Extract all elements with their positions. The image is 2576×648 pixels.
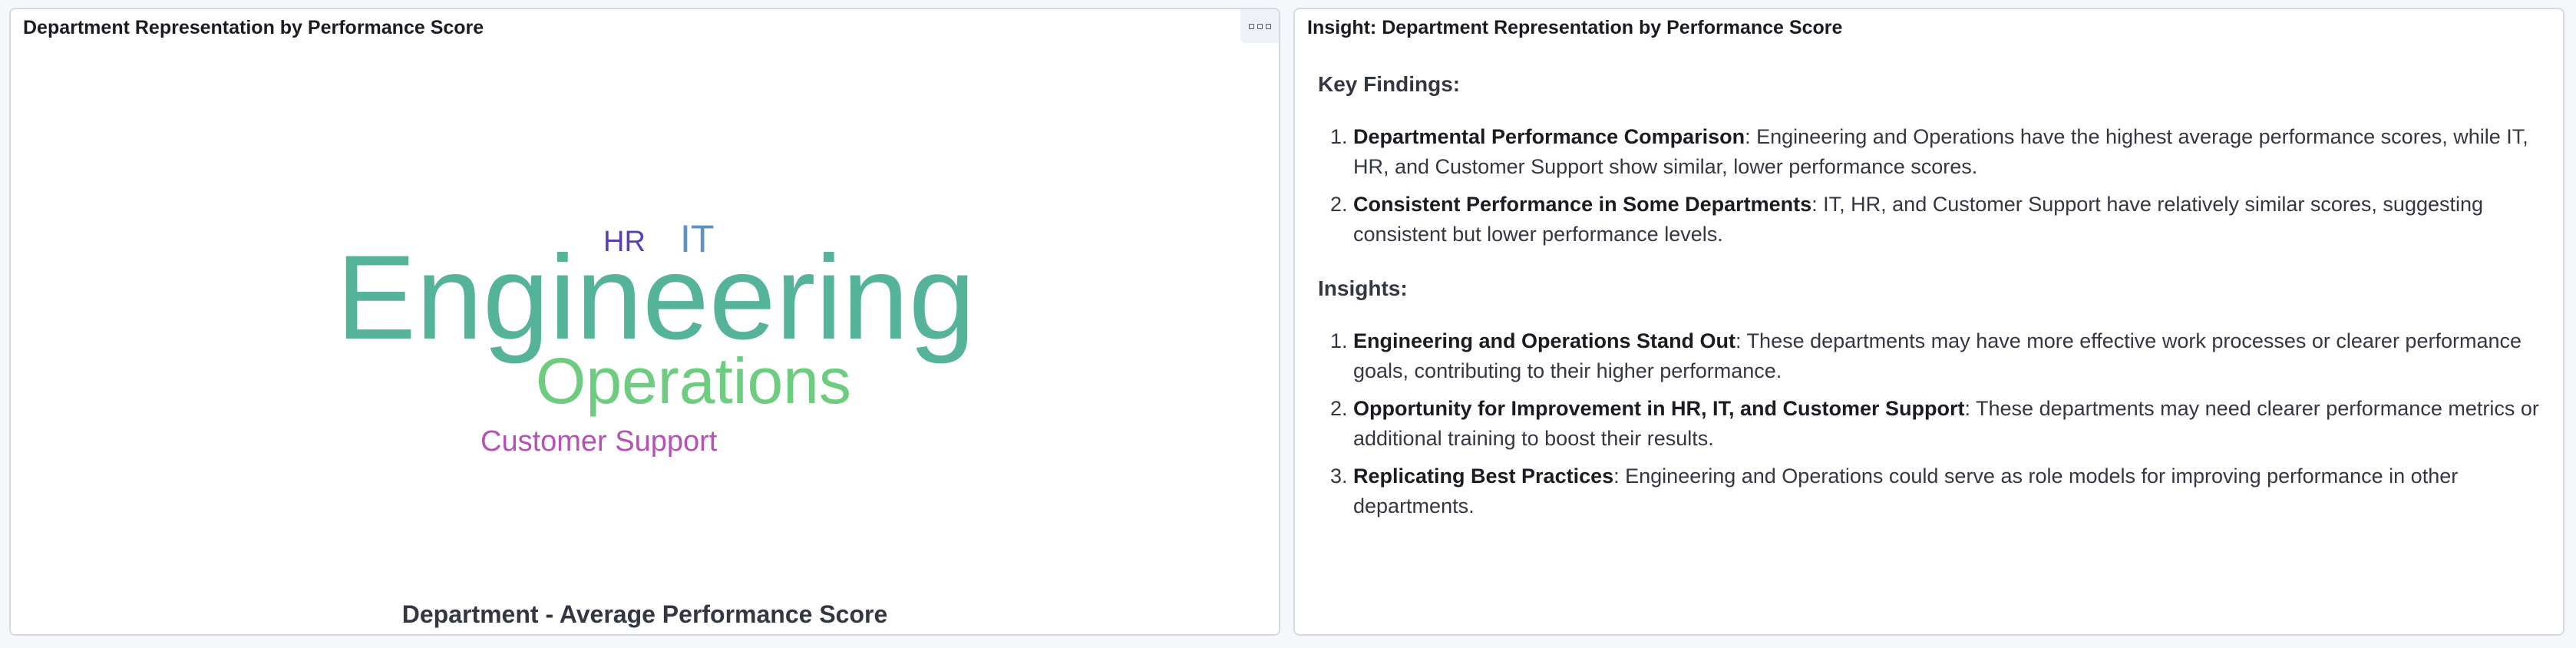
- insights-heading: Insights:: [1318, 276, 1408, 300]
- list-item-title: Replicating Best Practices: [1353, 465, 1614, 488]
- wordcloud: HR IT Engineering Operations Customer Su…: [11, 46, 1279, 584]
- word-operations[interactable]: Operations: [536, 349, 851, 413]
- list-item-title: Consistent Performance in Some Departmen…: [1353, 193, 1812, 216]
- list-item: Consistent Performance in Some Departmen…: [1353, 190, 2546, 250]
- chart-caption: Department - Average Performance Score: [401, 600, 888, 628]
- panel-options-icon: [1248, 23, 1271, 29]
- list-item-title: Opportunity for Improvement in HR, IT, a…: [1353, 397, 1965, 420]
- insight-panel: Insight: Department Representation by Pe…: [1293, 8, 2564, 636]
- wordcloud-panel: Department Representation by Performance…: [9, 8, 1280, 636]
- insight-body: Key Findings: Departmental Performance C…: [1318, 69, 2546, 545]
- list-item-title: Departmental Performance Comparison: [1353, 125, 1745, 148]
- list-item: Replicating Best Practices: Engineering …: [1353, 461, 2546, 521]
- panel-options-button[interactable]: [1240, 9, 1279, 43]
- key-findings-list: Departmental Performance Comparison: Eng…: [1318, 122, 2546, 250]
- list-item: Departmental Performance Comparison: Eng…: [1353, 122, 2546, 182]
- panel-title: Insight: Department Representation by Pe…: [1307, 17, 1843, 38]
- list-item: Opportunity for Improvement in HR, IT, a…: [1353, 394, 2546, 454]
- list-item: Engineering and Operations Stand Out: Th…: [1353, 326, 2546, 386]
- list-item-title: Engineering and Operations Stand Out: [1353, 329, 1736, 352]
- insights-list: Engineering and Operations Stand Out: Th…: [1318, 326, 2546, 521]
- key-findings-heading: Key Findings:: [1318, 72, 1461, 96]
- panel-title: Department Representation by Performance…: [23, 17, 484, 38]
- word-customer-support[interactable]: Customer Support: [481, 427, 717, 456]
- word-engineering[interactable]: Engineering: [336, 238, 976, 358]
